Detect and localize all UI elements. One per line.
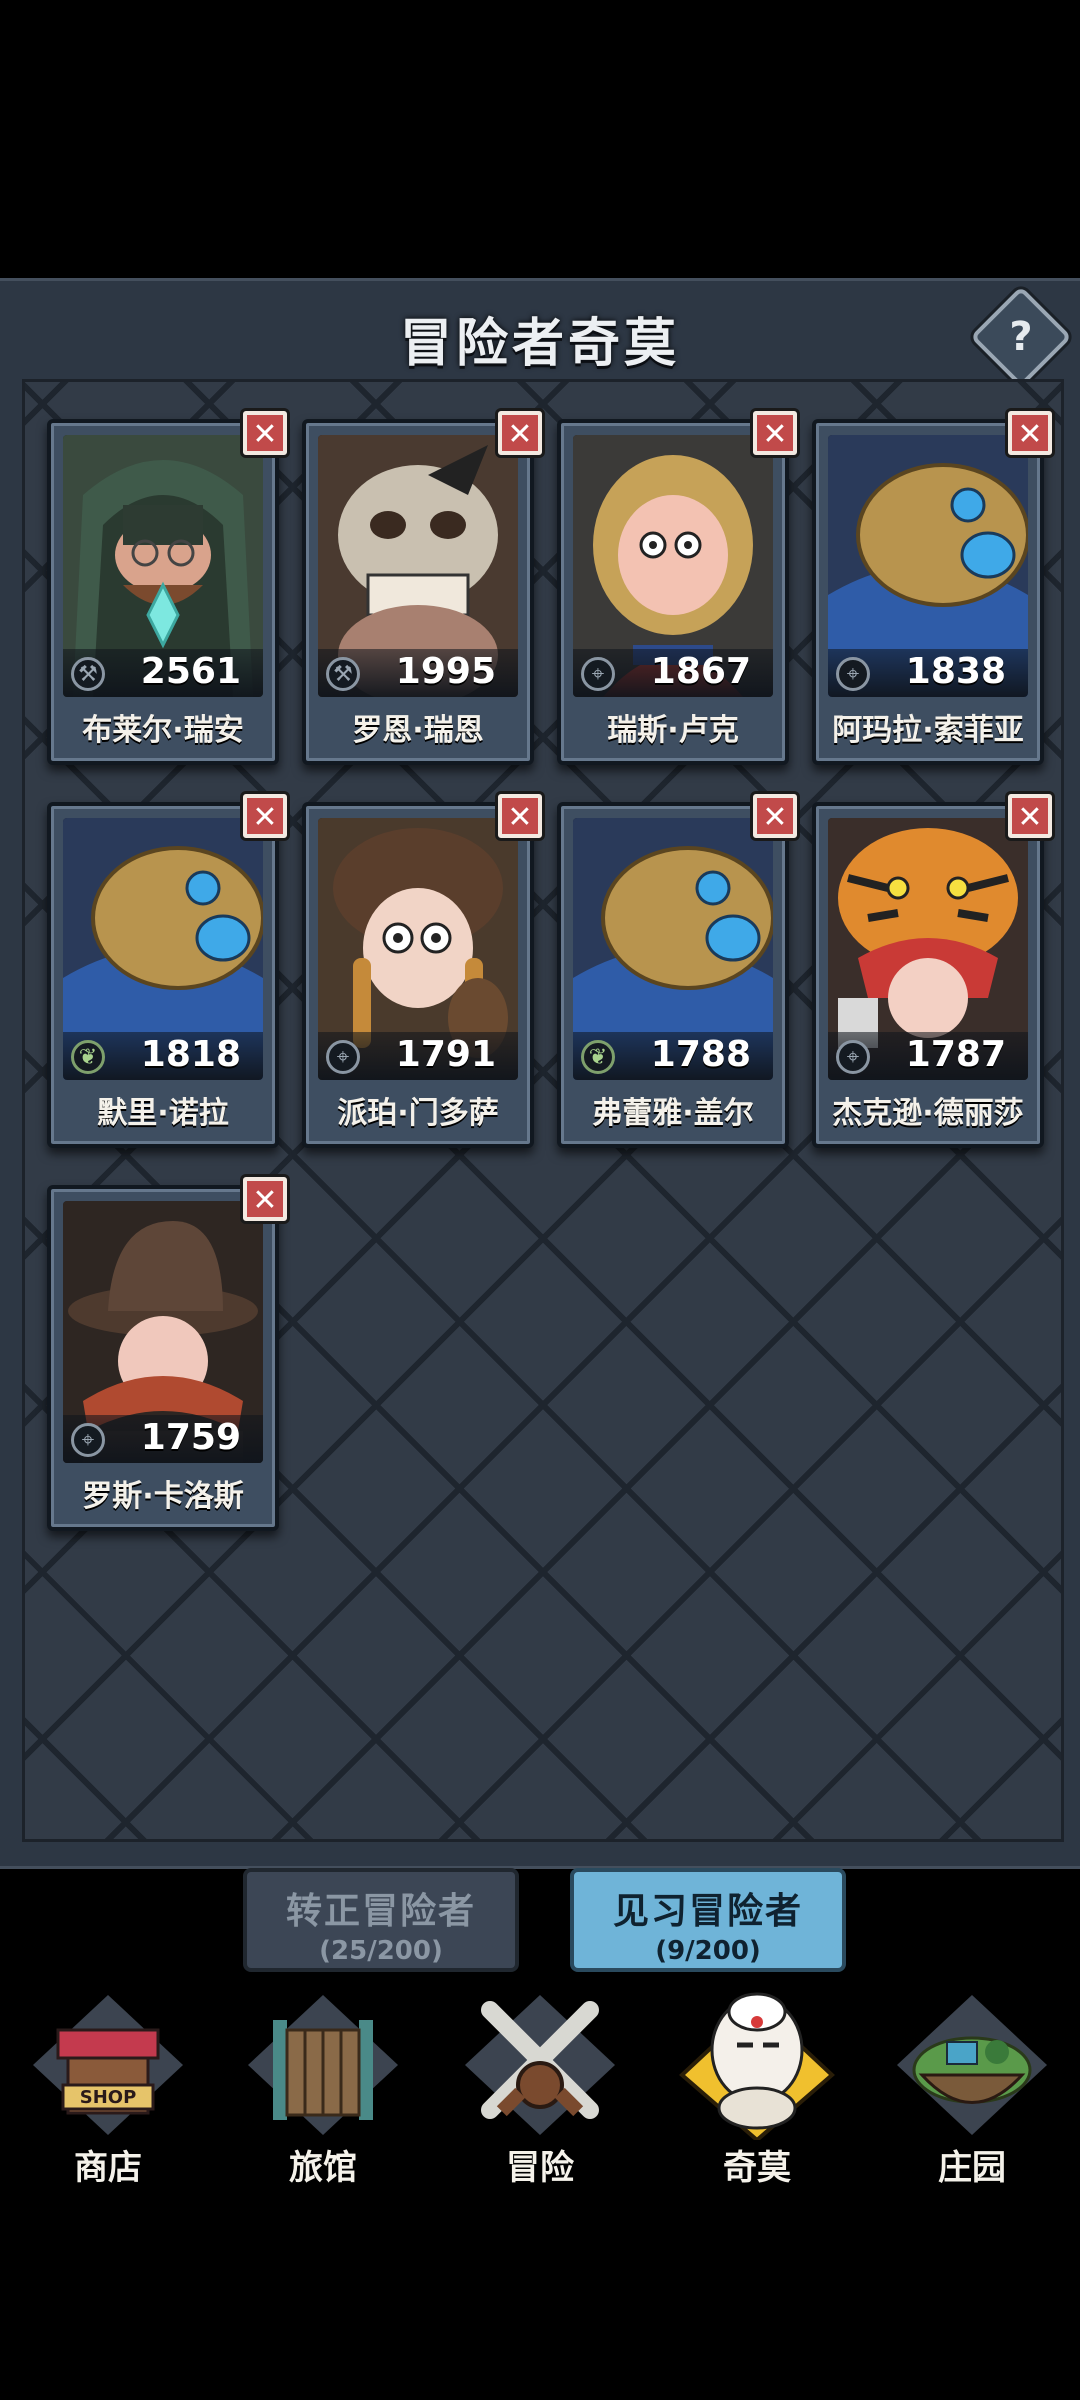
score-bar: ⚒ 1995: [318, 649, 518, 697]
card-name: 阿玛拉·索菲亚: [832, 713, 1024, 748]
remove-button[interactable]: ✕: [243, 794, 287, 838]
pick-icon: ⚒: [71, 657, 105, 691]
remove-button[interactable]: ✕: [498, 411, 542, 455]
portrait-cowboy: ⌖ 1759: [63, 1201, 263, 1463]
remove-button[interactable]: ✕: [498, 794, 542, 838]
target-icon: ⌖: [581, 657, 615, 691]
score-bar: ⌖ 1787: [828, 1032, 1028, 1080]
nav-manor[interactable]: 庄园: [882, 1990, 1062, 2190]
card-score: 1867: [650, 651, 751, 692]
nav-label: 旅馆: [289, 2148, 357, 2188]
adventurer-card[interactable]: ⌖ 1791 派珀·门多萨 ✕: [302, 794, 542, 1148]
card-name: 杰克逊·德丽莎: [832, 1096, 1024, 1131]
card-score: 2561: [140, 651, 241, 692]
remove-button[interactable]: ✕: [753, 794, 797, 838]
card-grid: ⚒ 2561 布莱尔·瑞安 ✕ ⚒ 1995 罗恩·瑞恩 ✕ ⌖ 1867 瑞斯…: [22, 379, 1064, 1842]
tab-trainee-adventurers[interactable]: 见习冒险者 (9/200): [570, 1868, 846, 1972]
kimo-mascot-icon: [679, 1992, 835, 2140]
portrait-hooded-crystal: ⚒ 2561: [63, 435, 263, 697]
tab-count: (25/200): [319, 1936, 443, 1966]
card-name: 弗蕾雅·盖尔: [592, 1096, 754, 1131]
pick-icon: ⚒: [326, 657, 360, 691]
nav-label: 冒险: [506, 2148, 574, 2188]
nav-inn[interactable]: 旅馆: [233, 1990, 413, 2190]
adventurer-card[interactable]: ⌖ 1787 杰克逊·德丽莎 ✕: [812, 794, 1052, 1148]
tab-regular-adventurers[interactable]: 转正冒险者 (25/200): [243, 1868, 519, 1972]
portrait-bronze-helmet: ❦ 1788: [573, 818, 773, 1080]
adventurer-card[interactable]: ⚒ 2561 布莱尔·瑞安 ✕: [47, 411, 287, 765]
score-bar: ❦ 1818: [63, 1032, 263, 1080]
card-score: 1788: [650, 1034, 751, 1075]
crossed-swords-icon: [465, 1995, 615, 2135]
score-bar: ⌖ 1838: [828, 649, 1028, 697]
card-score: 1791: [395, 1034, 496, 1075]
card-score: 1818: [140, 1034, 241, 1075]
nav-label: 奇莫: [723, 2148, 791, 2188]
portrait-bear-hood: ⌖ 1791: [318, 818, 518, 1080]
card-name: 罗恩·瑞恩: [352, 713, 484, 748]
card-name: 默里·诺拉: [97, 1096, 229, 1131]
leaf-icon: ❦: [581, 1040, 615, 1074]
portrait-blonde-girl: ⌖ 1867: [573, 435, 773, 697]
panel-title: 冒险者奇莫: [399, 314, 680, 374]
adventurer-card[interactable]: ⌖ 1759 罗斯·卡洛斯 ✕: [47, 1177, 287, 1531]
nav-label: 庄园: [938, 2148, 1006, 2188]
score-bar: ❦ 1788: [573, 1032, 773, 1080]
remove-button[interactable]: ✕: [753, 411, 797, 455]
adventurer-card[interactable]: ⌖ 1838 阿玛拉·索菲亚 ✕: [812, 411, 1052, 765]
shop-badge: SHOP: [80, 2087, 137, 2108]
portrait-skull-helmet: ⚒ 1995: [318, 435, 518, 697]
nav-label: 商店: [74, 2148, 142, 2188]
shop-icon: SHOP: [33, 1995, 183, 2135]
nav-adventure[interactable]: 冒险: [450, 1990, 630, 2190]
score-bar: ⌖ 1867: [573, 649, 773, 697]
card-score: 1838: [905, 651, 1006, 692]
nav-kimo[interactable]: 奇莫: [667, 1990, 847, 2190]
target-icon: ⌖: [326, 1040, 360, 1074]
card-name: 布莱尔·瑞安: [82, 713, 244, 748]
remove-button[interactable]: ✕: [243, 411, 287, 455]
adventurer-card[interactable]: ⚒ 1995 罗恩·瑞恩 ✕: [302, 411, 542, 765]
portrait-bronze-helmet: ❦ 1818: [63, 818, 263, 1080]
nav-shop[interactable]: SHOP 商店: [18, 1990, 198, 2190]
adventurer-card[interactable]: ❦ 1818 默里·诺拉 ✕: [47, 794, 287, 1148]
target-icon: ⌖: [71, 1423, 105, 1457]
target-icon: ⌖: [836, 657, 870, 691]
tab-label: 转正冒险者: [285, 1891, 476, 1932]
score-bar: ⌖ 1791: [318, 1032, 518, 1080]
tab-count: (9/200): [655, 1936, 761, 1966]
adventurer-card[interactable]: ❦ 1788 弗蕾雅·盖尔 ✕: [557, 794, 797, 1148]
card-name: 罗斯·卡洛斯: [82, 1479, 244, 1514]
remove-button[interactable]: ✕: [1008, 411, 1052, 455]
card-score: 1759: [140, 1417, 241, 1458]
adventurer-panel: 冒险者奇莫 ? ⚒ 2561 布莱尔·瑞安 ✕ ⚒ 1995 罗恩·瑞恩 ✕ ⌖…: [0, 278, 1080, 1869]
leaf-icon: ❦: [71, 1040, 105, 1074]
score-bar: ⚒ 2561: [63, 649, 263, 697]
portrait-tiger-hood: ⌖ 1787: [828, 818, 1028, 1080]
tab-label: 见习冒险者: [612, 1891, 803, 1932]
question-icon: ?: [1009, 314, 1033, 360]
card-score: 1787: [905, 1034, 1006, 1075]
portrait-bronze-helmet: ⌖ 1838: [828, 435, 1028, 697]
adventurer-card[interactable]: ⌖ 1867 瑞斯·卢克 ✕: [557, 411, 797, 765]
gate-icon: [248, 1995, 398, 2135]
score-bar: ⌖ 1759: [63, 1415, 263, 1463]
card-name: 派珀·门多萨: [337, 1096, 499, 1131]
target-icon: ⌖: [836, 1040, 870, 1074]
island-icon: [897, 1995, 1047, 2135]
card-score: 1995: [395, 651, 496, 692]
card-name: 瑞斯·卢克: [607, 713, 739, 748]
remove-button[interactable]: ✕: [1008, 794, 1052, 838]
remove-button[interactable]: ✕: [243, 1177, 287, 1221]
